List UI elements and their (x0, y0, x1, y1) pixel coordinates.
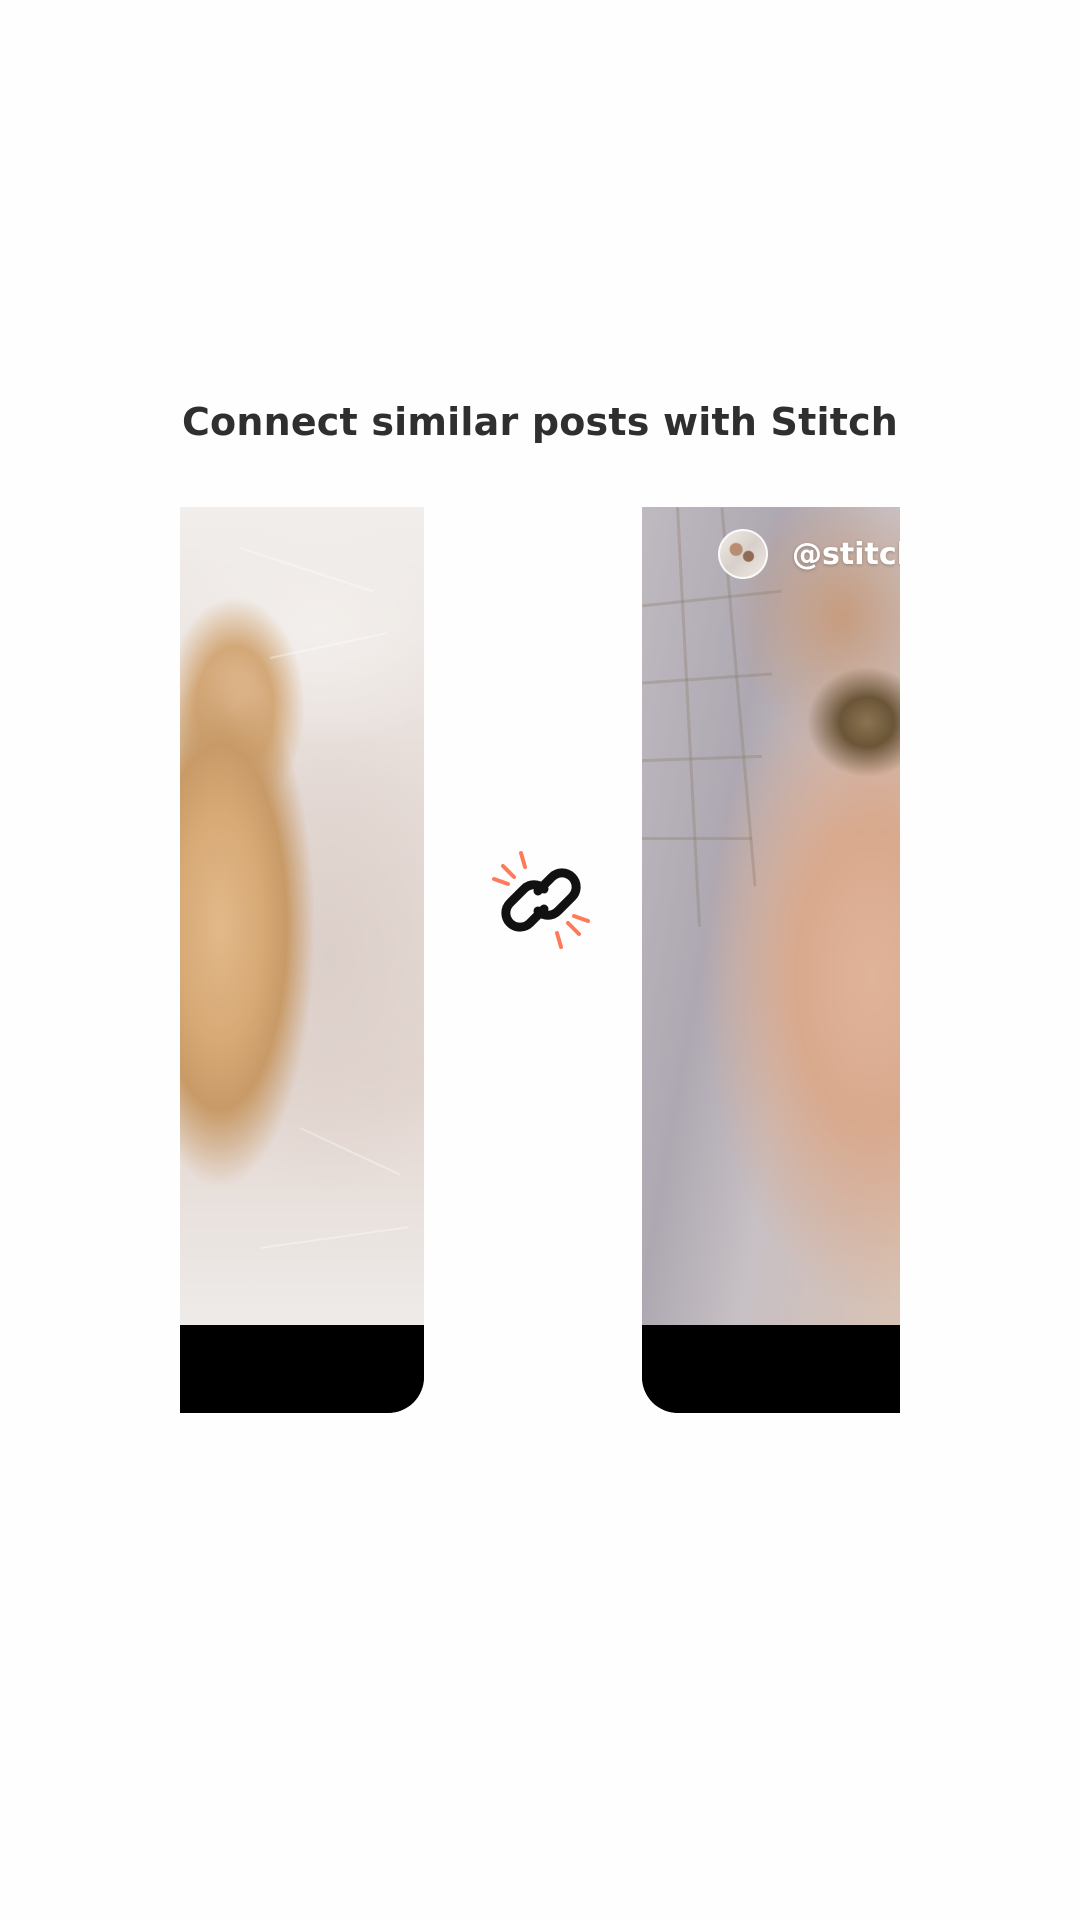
link-icon (492, 851, 590, 949)
avatar[interactable] (718, 529, 768, 579)
creator-handle[interactable]: @stitch (792, 537, 900, 572)
post-bottom-bar (642, 1325, 900, 1413)
page-title: Connect similar posts with Stitch (181, 400, 899, 444)
creator-row[interactable]: @stitch (718, 529, 900, 579)
cat-photo-left (180, 507, 424, 1325)
stitch-post-card: @stitch (642, 507, 900, 1413)
post-bottom-bar (180, 1325, 424, 1413)
original-post-card (180, 507, 424, 1413)
stitch-intro-screen: Connect similar posts with Stitch @stitc (0, 0, 1080, 1920)
cat-photo-right (642, 507, 900, 1325)
